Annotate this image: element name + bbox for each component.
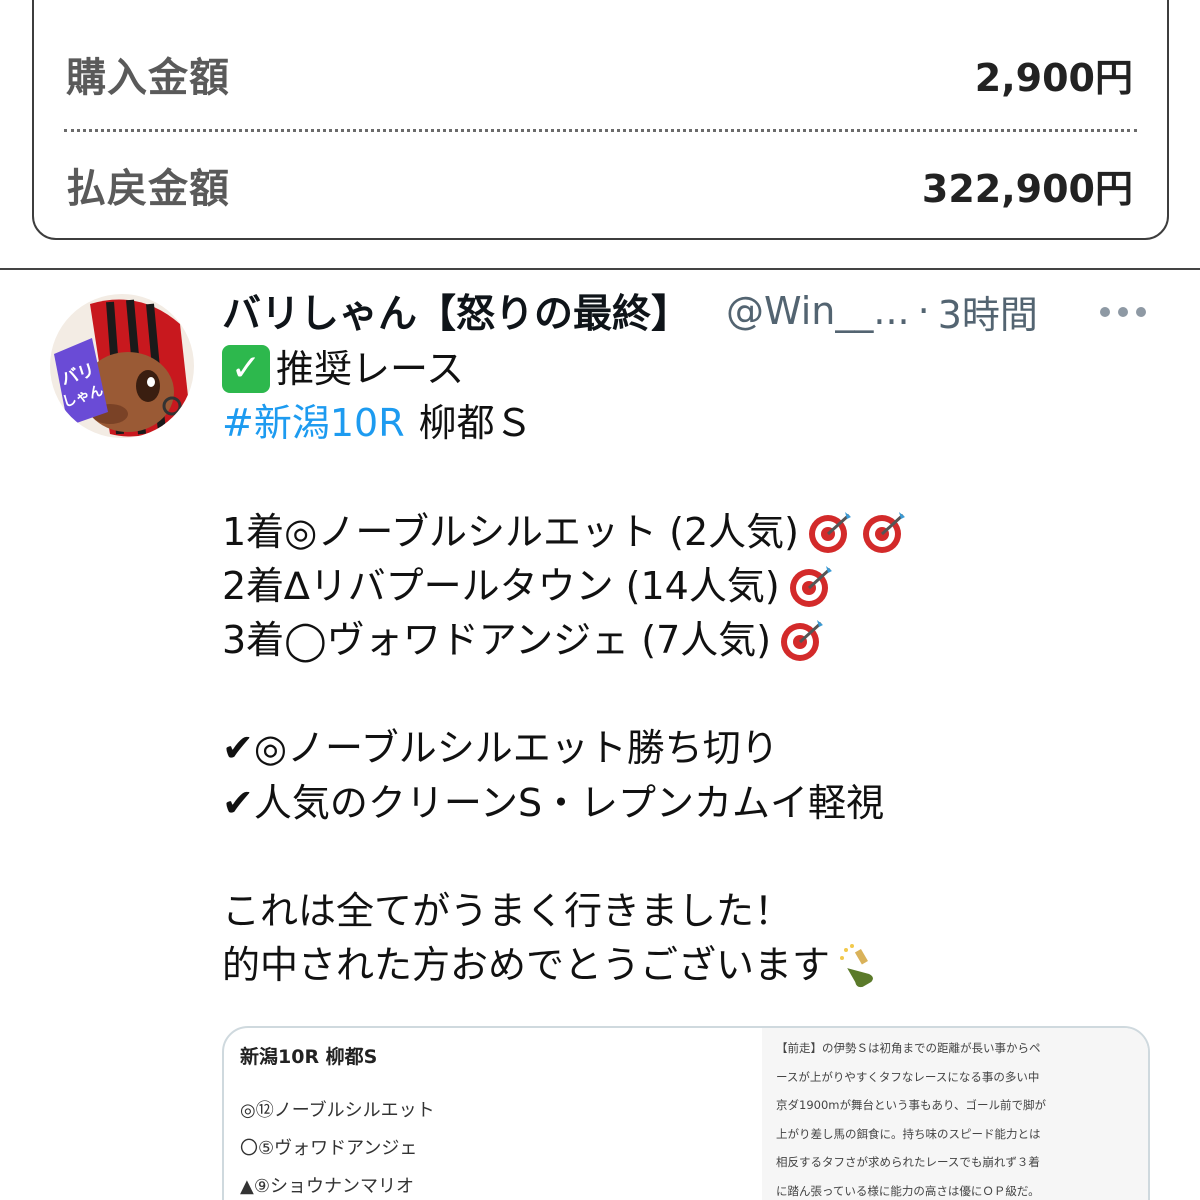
more-options-icon[interactable]: [1100, 300, 1146, 324]
pick-item: ◎⑫ノーブルシルエット: [240, 1100, 435, 1121]
prediction-panel: 新潟10R 柳都S ◎⑫ノーブルシルエット 〇⑤ヴォワドアンジェ ▲⑨ショウナン…: [224, 1028, 762, 1200]
closing-1-text: これは全てがうまく行きました！: [222, 888, 793, 933]
target-icon: [862, 511, 905, 553]
analysis-line: 相反するタフさが求められたレースでも崩れず３着: [776, 1155, 1040, 1170]
analysis-line: 京ダ1900mが舞台という事もあり、ゴール前で脚が: [776, 1098, 1047, 1113]
user-handle[interactable]: @Win__...: [726, 289, 910, 333]
closing-line-1: これは全てがうまく行きました！: [222, 884, 1182, 938]
payout-row: 払戻金額 322,900円: [66, 155, 1133, 215]
payout-label: 払戻金額: [66, 166, 230, 212]
recommend-text: 推奨レース: [276, 347, 465, 391]
analysis-line: 上がり差し馬の餌食に。持ち味のスピード能力とは: [776, 1126, 1041, 1141]
target-icon: [781, 620, 824, 662]
result-1-text: 1着◎ノーブルシルエット (2人気): [222, 509, 799, 554]
avatar[interactable]: バリ しゃん: [50, 294, 194, 438]
attached-image[interactable]: 新潟10R 柳都S ◎⑫ノーブルシルエット 〇⑤ヴォワドアンジェ ▲⑨ショウナン…: [222, 1026, 1150, 1200]
closing-line-2: 的中された方おめでとうございます: [222, 938, 1182, 992]
analysis-line: 【前走】の伊勢Ｓは初角までの距離が長い事からペ: [776, 1041, 1041, 1055]
purchase-label: 購入金額: [66, 55, 230, 101]
tweet-text: ✓ 推奨レース #新潟10R 柳都Ｓ 1着◎ノーブルシルエット (2人気) 2着…: [222, 342, 1182, 992]
point-1-text: ✔◎ノーブルシルエット勝ち切り: [222, 726, 779, 771]
closing-2-text: 的中された方おめでとうございます: [222, 943, 831, 988]
media-title: 新潟10R 柳都S: [240, 1046, 378, 1068]
purchase-amount: 2,900円: [974, 55, 1133, 100]
screenshot-page: 購入金額 2,900円 払戻金額 322,900円 バリ しゃん バリしゃん【怒…: [0, 0, 1200, 1200]
image-separator: [0, 268, 1200, 270]
result-3-text: 3着◯ヴォワドアンジェ (7人気): [222, 617, 772, 662]
hashtag-link[interactable]: #新潟10R: [222, 396, 405, 450]
target-icon: [808, 511, 851, 553]
result-line-3: 3着◯ヴォワドアンジェ (7人気): [222, 613, 1182, 667]
receipt-card: 購入金額 2,900円 払戻金額 322,900円: [32, 0, 1169, 240]
pick-item: 〇⑤ヴォワドアンジェ: [240, 1138, 418, 1159]
display-name[interactable]: バリしゃん【怒りの最終】: [222, 283, 690, 339]
race-name: 柳都Ｓ: [418, 401, 533, 446]
payout-amount: 322,900円: [921, 166, 1133, 211]
result-2-text: 2着∆リバプールタウン (14人気): [222, 563, 780, 608]
horse-mascot-icon: バリ しゃん: [50, 294, 194, 438]
race-line: #新潟10R 柳都Ｓ: [222, 396, 1182, 450]
target-icon: [789, 565, 832, 607]
recommend-line: ✓ 推奨レース: [222, 342, 1182, 396]
result-line-1: 1着◎ノーブルシルエット (2人気): [222, 505, 1182, 559]
receipt-divider: [64, 129, 1137, 132]
point-line-1: ✔◎ノーブルシルエット勝ち切り: [222, 721, 1182, 775]
analysis-line: に踏ん張っている様に能力の高さは優にＯＰ級だ。: [776, 1183, 1040, 1198]
pick-item: ▲⑨ショウナンマリオ: [240, 1176, 414, 1197]
tweet-header: バリしゃん【怒りの最終】 @Win__... · 3時間: [222, 284, 1172, 338]
timestamp[interactable]: 3時間: [938, 284, 1038, 339]
check-mark-icon: ✓: [222, 345, 270, 394]
purchase-row: 購入金額 2,900円: [66, 44, 1133, 104]
point-2-text: ✔人気のクリーンS・レプンカムイ軽視: [222, 780, 885, 825]
result-line-2: 2着∆リバプールタウン (14人気): [222, 559, 1182, 613]
point-line-2: ✔人気のクリーンS・レプンカムイ軽視: [222, 776, 1182, 830]
champagne-icon: [840, 944, 873, 988]
header-separator: ·: [917, 289, 930, 333]
analysis-line: ースが上がりやすくタフなレースになる事の多い中: [776, 1069, 1040, 1084]
analysis-panel: 【前走】の伊勢Ｓは初角までの距離が長い事からペ ースが上がりやすくタフなレースに…: [762, 1028, 1148, 1200]
